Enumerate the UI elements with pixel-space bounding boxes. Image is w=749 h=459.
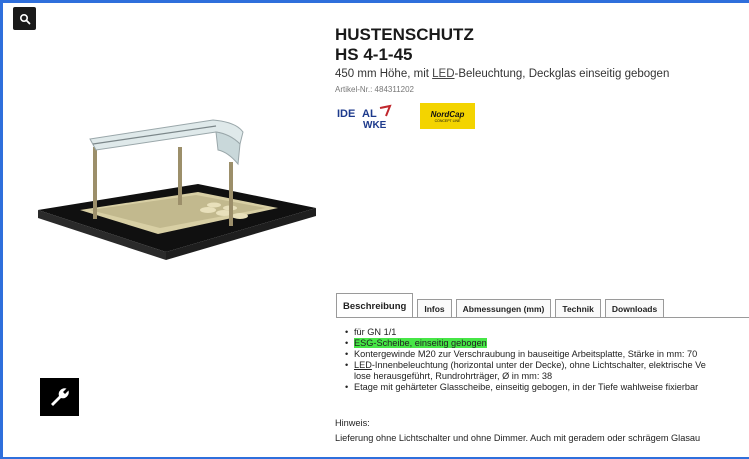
- feature-list-more: Etage mit gehärteter Glasscheibe, einsei…: [345, 382, 706, 393]
- hint-text: Lieferung ohne Lichtschalter und ohne Di…: [335, 433, 701, 443]
- feature-text: Kontergewinde M20 zur Verschraubung in b…: [354, 349, 698, 359]
- list-item: LED-Innenbeleuchtung (horizontal unter d…: [345, 360, 706, 371]
- zoom-button[interactable]: [13, 7, 36, 30]
- tab-divider: [336, 317, 749, 318]
- led-link[interactable]: LED: [354, 360, 372, 370]
- subtitle-text-rest: -Beleuchtung, Deckglas einseitig gebogen: [454, 68, 670, 80]
- svg-text:IDE: IDE: [337, 108, 355, 120]
- list-item-highlighted: ESG-Scheibe, einseitig gebogen: [345, 338, 706, 349]
- window-frame-left: [0, 0, 3, 459]
- ideal-awk-logo[interactable]: IDE AL WKE: [336, 104, 416, 130]
- tab-abmessungen[interactable]: Abmessungen (mm): [455, 299, 552, 318]
- article-number: Artikel-Nr.: 484311202: [335, 85, 415, 94]
- nordcap-name: NordCap: [430, 109, 465, 119]
- feature-text: für GN 1/1: [354, 327, 397, 337]
- product-model: HS 4-1-45: [335, 45, 413, 64]
- product-subtitle: 450 mm Höhe, mit LED-Beleuchtung, Deckgl…: [335, 68, 669, 80]
- feature-text: Etage mit gehärteter Glasscheibe, einsei…: [354, 382, 699, 392]
- subtitle-text: 450 mm Höhe, mit: [335, 68, 433, 80]
- list-item: Kontergewinde M20 zur Verschraubung in b…: [345, 349, 706, 360]
- feature-text: -Innenbeleuchtung (horizontal unter der …: [371, 360, 706, 370]
- tab-downloads[interactable]: Downloads: [604, 299, 665, 318]
- description-panel: für GN 1/1 ESG-Scheibe, einseitig geboge…: [345, 327, 706, 393]
- hint-label: Hinweis:: [335, 418, 370, 428]
- search-icon: [19, 13, 30, 24]
- wrench-icon: [50, 388, 69, 406]
- svg-text:AL: AL: [362, 108, 377, 120]
- tab-beschreibung[interactable]: Beschreibung: [336, 293, 414, 318]
- nordcap-logo[interactable]: NordCap CONCEPT LINE: [420, 103, 475, 129]
- svg-text:WKE: WKE: [363, 120, 387, 130]
- list-item: für GN 1/1: [345, 327, 706, 338]
- led-link[interactable]: LED: [432, 68, 454, 80]
- product-image: [38, 119, 316, 260]
- window-frame-top: [0, 0, 749, 3]
- feature-text: ESG-Scheibe, einseitig gebogen: [354, 338, 487, 348]
- tab-technik[interactable]: Technik: [555, 299, 601, 318]
- nordcap-sub: CONCEPT LINE: [434, 118, 461, 123]
- accessories-button[interactable]: [40, 378, 79, 416]
- list-item: Etage mit gehärteter Glasscheibe, einsei…: [345, 382, 706, 393]
- feature-list: für GN 1/1 ESG-Scheibe, einseitig geboge…: [345, 327, 706, 371]
- tab-infos[interactable]: Infos: [417, 299, 452, 318]
- product-title: HUSTENSCHUTZ: [335, 25, 474, 44]
- feature-continuation: lose herausgeführt, Rundrohrträger, Ø in…: [354, 371, 553, 381]
- tab-bar: Beschreibung Infos Abmessungen (mm) Tech…: [336, 293, 668, 318]
